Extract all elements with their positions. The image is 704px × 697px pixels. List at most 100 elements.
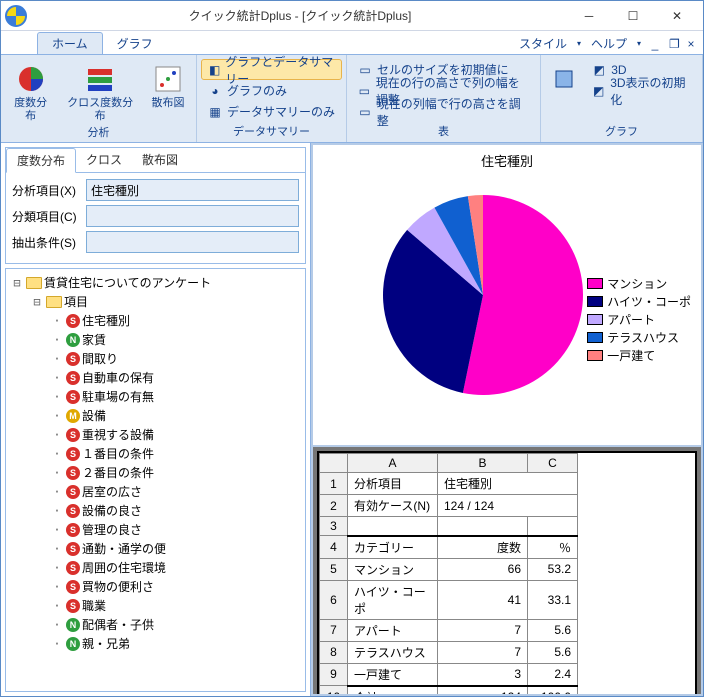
tree-item[interactable]: ·S設備の良さ [10, 501, 301, 520]
tree-item-label: 設備 [82, 407, 106, 424]
tree-item[interactable]: ·S周囲の住宅環境 [10, 558, 301, 577]
field-classify-item[interactable] [86, 205, 299, 227]
col-width-button[interactable]: ▭現在の列幅で行の高さを調整 [351, 101, 536, 122]
3d-icon: ◩ [591, 62, 607, 78]
legend-label: テラスハウス [607, 329, 679, 346]
combo-icon: ◧ [208, 62, 221, 78]
var-type-icon: S [66, 504, 80, 518]
tree-item[interactable]: ·S職業 [10, 596, 301, 615]
rowh-icon: ▭ [357, 83, 372, 99]
minimize-button[interactable]: ─ [567, 2, 611, 30]
tree-item[interactable]: ·S通勤・通学の便 [10, 539, 301, 558]
tree-item-label: 買物の便利さ [82, 578, 154, 595]
tree-item[interactable]: ·M設備 [10, 406, 301, 425]
graph-toggle-button[interactable] [545, 59, 583, 95]
var-type-icon: N [66, 637, 80, 651]
legend-label: ハイツ・コーポ [607, 293, 691, 310]
qtab-scatter[interactable]: 散布図 [132, 148, 188, 172]
window-title: クイック統計Dplus - [クイック統計Dplus] [33, 7, 567, 24]
grid-area: ABC 1分析項目住宅種別 2有効ケース(N)124 / 124 3 4カテゴリ… [313, 447, 701, 694]
label-analysis-item: 分析項目(X) [12, 182, 86, 199]
table-row[interactable]: 8テラスハウス75.6 [320, 641, 578, 663]
3d-init-button[interactable]: ◩3D表示の初期化 [585, 80, 698, 101]
tree-item-label: 周囲の住宅環境 [82, 559, 166, 576]
group-label: 表 [349, 124, 538, 140]
legend-label: 一戸建て [607, 347, 655, 364]
chevron-down-icon[interactable]: ▾ [633, 37, 645, 50]
tree-item[interactable]: ·S買物の便利さ [10, 577, 301, 596]
legend-swatch [587, 296, 603, 307]
table-row[interactable]: 5マンション6653.2 [320, 558, 578, 580]
mdi-close-icon[interactable]: × [683, 35, 699, 53]
maximize-button[interactable]: ☐ [611, 2, 655, 30]
var-type-icon: N [66, 618, 80, 632]
cell-icon: ▭ [357, 62, 373, 78]
group-label: データサマリー [199, 124, 344, 140]
graph-and-summary-button[interactable]: ◧グラフとデータサマリー [201, 59, 342, 80]
graph-only-button[interactable]: ◕グラフのみ [201, 80, 342, 101]
tree-item[interactable]: ·S間取り [10, 349, 301, 368]
var-type-icon: S [66, 447, 80, 461]
tree-item[interactable]: ·S自動車の保有 [10, 368, 301, 387]
data-sheet[interactable]: ABC 1分析項目住宅種別 2有効ケース(N)124 / 124 3 4カテゴリ… [317, 451, 697, 694]
tree-item[interactable]: ·S駐車場の有無 [10, 387, 301, 406]
tree-item[interactable]: ·S１番目の条件 [10, 444, 301, 463]
legend-swatch [587, 278, 603, 289]
tree-item[interactable]: ·S２番目の条件 [10, 463, 301, 482]
chevron-down-icon[interactable]: ▾ [573, 37, 585, 50]
mdi-minimize-icon[interactable]: _ [647, 35, 663, 53]
ribbon: 度数分布 クロス度数分布 散布図 分析 ◧グラフとデータサマリー ◕グラフのみ … [1, 55, 703, 143]
table-row[interactable]: 9一戸建て32.4 [320, 663, 578, 686]
freq-button[interactable]: 度数分布 [5, 59, 56, 123]
tree-panel[interactable]: ⊟賃貸住宅についてのアンケート ⊟項目 ·S住宅種別·N家賃·S間取り·S自動車… [5, 268, 306, 692]
colw-icon: ▭ [357, 104, 373, 120]
tree-items-folder[interactable]: ⊟項目 [10, 292, 301, 311]
tree-item[interactable]: ·S住宅種別 [10, 311, 301, 330]
var-type-icon: S [66, 485, 80, 499]
summary-only-button[interactable]: ▦データサマリーのみ [201, 101, 342, 122]
var-type-icon: S [66, 523, 80, 537]
tree-item[interactable]: ·S居室の広さ [10, 482, 301, 501]
table-row[interactable]: 7アパート75.6 [320, 619, 578, 641]
table-row[interactable]: 6ハイツ・コーポ4133.1 [320, 580, 578, 619]
legend-item: マンション [587, 275, 691, 292]
tree-item[interactable]: ·N家賃 [10, 330, 301, 349]
cross-button[interactable]: クロス度数分布 [58, 59, 142, 123]
tree-root[interactable]: ⊟賃貸住宅についてのアンケート [10, 273, 301, 292]
field-analysis-item[interactable]: 住宅種別 [86, 179, 299, 201]
tree-item[interactable]: ·N配偶者・子供 [10, 615, 301, 634]
legend-label: マンション [607, 275, 667, 292]
var-type-icon: S [66, 561, 80, 575]
tree-item[interactable]: ·S管理の良さ [10, 520, 301, 539]
table-icon: ▦ [207, 104, 223, 120]
menu-style[interactable]: スタイル [515, 33, 571, 54]
group-label: 分析 [3, 125, 194, 141]
tree-item-label: 設備の良さ [82, 502, 142, 519]
var-type-icon: S [66, 599, 80, 613]
mdi-restore-icon[interactable]: ❐ [665, 35, 681, 53]
legend-swatch [587, 350, 603, 361]
menu-help[interactable]: ヘルプ [587, 33, 631, 54]
bars-icon [84, 63, 116, 95]
ribbon-tabs: ホーム グラフ スタイル▾ ヘルプ▾ _ ❐ × [1, 31, 703, 55]
legend-item: アパート [587, 311, 691, 328]
folder-icon [26, 277, 42, 289]
field-filter-cond[interactable] [86, 231, 299, 253]
folder-icon [46, 296, 62, 308]
legend-item: ハイツ・コーポ [587, 293, 691, 310]
tree-item[interactable]: ·S重視する設備 [10, 425, 301, 444]
tab-graph[interactable]: グラフ [103, 32, 167, 54]
3d-reset-icon: ◩ [591, 83, 606, 99]
tree-item[interactable]: ·N親・兄弟 [10, 634, 301, 653]
tree-item-label: 駐車場の有無 [82, 388, 154, 405]
chart-legend: マンションハイツ・コーポアパートテラスハウス一戸建て [587, 275, 691, 365]
close-button[interactable]: ✕ [655, 2, 699, 30]
titlebar: クイック統計Dplus - [クイック統計Dplus] ─ ☐ ✕ [1, 1, 703, 31]
legend-item: 一戸建て [587, 347, 691, 364]
qtab-freq[interactable]: 度数分布 [6, 148, 76, 173]
tree-item-label: 管理の良さ [82, 521, 142, 538]
tab-home[interactable]: ホーム [37, 32, 103, 54]
var-type-icon: S [66, 352, 80, 366]
scatter-button[interactable]: 散布図 [144, 59, 192, 110]
qtab-cross[interactable]: クロス [76, 148, 132, 172]
